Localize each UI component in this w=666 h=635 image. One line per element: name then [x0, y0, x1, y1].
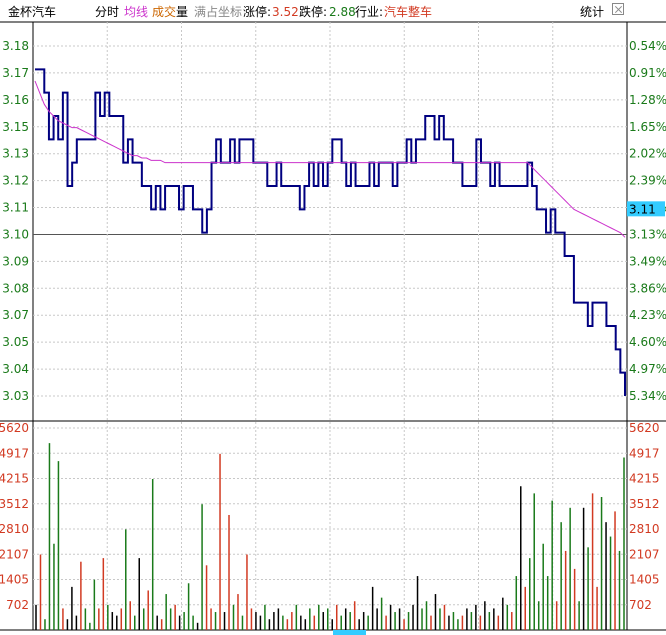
price-tick-label: 3.10	[2, 227, 29, 241]
volume-tick-label: 2107	[0, 547, 29, 561]
volume-tick-label: 702	[6, 598, 29, 612]
volume-tick-label: 4215	[0, 472, 29, 486]
volume-tick-label: 3512	[0, 497, 29, 511]
volume-tick-label-right: 3512	[629, 497, 660, 511]
time-scroll-marker	[333, 630, 366, 635]
price-tick-label: 3.09	[2, 254, 29, 268]
volume-tick-label-right: 4215	[629, 472, 660, 486]
percent-tick-label: 4.23%	[629, 308, 666, 322]
percent-tick-label: 3.49%	[629, 254, 666, 268]
percent-tick-label: 5.34%	[629, 389, 666, 403]
price-tick-label: 3.11	[2, 201, 29, 215]
price-tick-label: 3.07	[2, 308, 29, 322]
volume-tick-label: 5620	[0, 421, 29, 435]
percent-tick-label: 1.65%	[629, 120, 666, 134]
percent-tick-label: 0.54%	[629, 39, 666, 53]
volume-tick-label-right: 2810	[629, 522, 660, 536]
price-tick-label: 3.15	[2, 120, 29, 134]
percent-tick-label: 2.02%	[629, 147, 666, 161]
price-tick-label: 3.13	[2, 147, 29, 161]
price-tick-label: 3.16	[2, 93, 29, 107]
volume-tick-label-right: 702	[629, 598, 652, 612]
volume-tick-label-right: 1405	[629, 573, 660, 587]
volume-tick-label: 1405	[0, 573, 29, 587]
price-tick-label: 3.04	[2, 362, 29, 376]
price-tick-label: 3.18	[2, 39, 29, 53]
price-tick-label: 3.12	[2, 174, 29, 188]
volume-tick-label-right: 4917	[629, 446, 660, 460]
percent-tick-label: 3.13%	[629, 227, 666, 241]
price-tick-label: 3.03	[2, 389, 29, 403]
volume-tick-label-right: 5620	[629, 421, 660, 435]
volume-tick-label-right: 2107	[629, 547, 660, 561]
percent-tick-label: 3.86%	[629, 281, 666, 295]
percent-tick-label: 4.97%	[629, 362, 666, 376]
price-tick-label: 3.05	[2, 335, 29, 349]
percent-tick-label: 2.39%	[629, 174, 666, 188]
percent-tick-label: 0.91%	[629, 66, 666, 80]
percent-tick-label: 1.28%	[629, 93, 666, 107]
volume-tick-label: 2810	[0, 522, 29, 536]
percent-tick-label: 4.60%	[629, 335, 666, 349]
current-price-value: 3.11	[629, 202, 656, 216]
price-tick-label: 3.08	[2, 281, 29, 295]
price-tick-label: 3.17	[2, 66, 29, 80]
volume-tick-label: 4917	[0, 446, 29, 460]
intraday-chart: 3.18 0.54% 3.17 0.91% 3.16 1.28% 3.15 1.65% 3.13…	[0, 21, 666, 635]
